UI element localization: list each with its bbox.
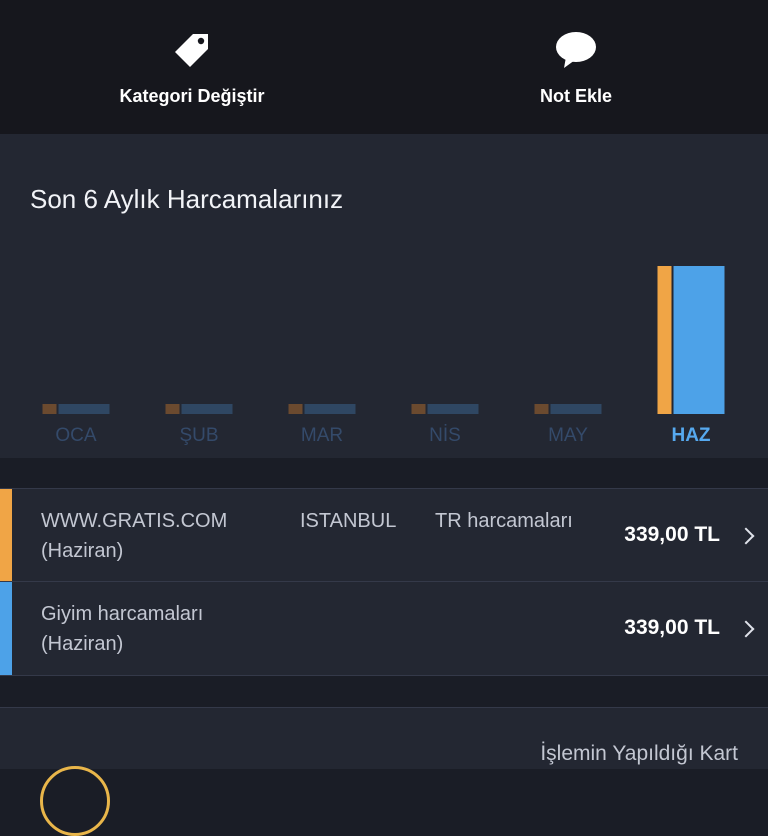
bar-mar-blue[interactable] xyxy=(304,404,356,414)
month-label-oca[interactable]: OCA xyxy=(55,425,97,446)
transaction-month: (Haziran) xyxy=(41,633,124,655)
month-label-may[interactable]: MAY xyxy=(548,425,588,446)
chevron-right-icon xyxy=(737,527,755,545)
spending-bar-chart: OCA ŞUB MAR NİS MAY HAZ xyxy=(42,266,725,446)
month-label-mar[interactable]: MAR xyxy=(301,425,343,446)
transaction-category: Giyim harcamaları xyxy=(41,603,204,625)
spending-chart-panel: Son 6 Aylık Harcamalarınız OCA ŞUB MAR NİS M… xyxy=(0,134,768,458)
section-gap xyxy=(0,458,768,488)
action-bar: Kategori Değiştir Not Ekle xyxy=(0,0,768,134)
card-section-label: İşlemin Yapıldığı Kart xyxy=(540,742,738,765)
bar-may-blue[interactable] xyxy=(550,404,602,414)
bar-oca-blue[interactable] xyxy=(58,404,110,414)
speech-bubble-icon xyxy=(555,30,597,70)
transaction-row-giyim[interactable]: Giyim harcamaları (Haziran) 339,00 TL xyxy=(0,581,768,675)
bar-oca-orange[interactable] xyxy=(42,404,57,414)
bar-şub-orange[interactable] xyxy=(165,404,180,414)
bar-may-orange[interactable] xyxy=(534,404,549,414)
transaction-row-gratis[interactable]: WWW.GRATIS.COM (Haziran) ISTANBUL TR har… xyxy=(0,488,768,581)
change-category-button[interactable]: Kategori Değiştir xyxy=(0,0,384,134)
card-section: İşlemin Yapıldığı Kart xyxy=(0,707,768,836)
month-label-ni̇s[interactable]: NİS xyxy=(429,425,461,446)
bar-ni̇s-orange[interactable] xyxy=(411,404,426,414)
add-note-button[interactable]: Not Ekle xyxy=(384,0,768,134)
merchant-city: ISTANBUL xyxy=(300,510,397,532)
add-note-label: Not Ekle xyxy=(539,86,613,106)
transaction-month: (Haziran) xyxy=(41,540,124,562)
chevron-right-icon xyxy=(737,620,755,638)
bar-şub-blue[interactable] xyxy=(181,404,233,414)
month-label-haz[interactable]: HAZ xyxy=(671,425,710,446)
bar-haz-orange[interactable] xyxy=(657,266,672,414)
transaction-amount: 339,00 TL xyxy=(624,616,720,639)
merchant-name: WWW.GRATIS.COM xyxy=(41,510,228,532)
transaction-category: TR harcamaları xyxy=(435,510,573,532)
bar-haz-blue[interactable] xyxy=(673,266,725,414)
tag-icon xyxy=(173,30,211,70)
category-color-stripe xyxy=(0,582,12,675)
bar-mar-orange[interactable] xyxy=(288,404,303,414)
bar-ni̇s-blue[interactable] xyxy=(427,404,479,414)
change-category-label: Kategori Değiştir xyxy=(119,86,265,106)
card-icon xyxy=(40,766,110,836)
month-label-şub[interactable]: ŞUB xyxy=(179,425,218,446)
section-gap xyxy=(0,675,768,708)
category-color-stripe xyxy=(0,489,12,581)
transaction-amount: 339,00 TL xyxy=(624,523,720,546)
